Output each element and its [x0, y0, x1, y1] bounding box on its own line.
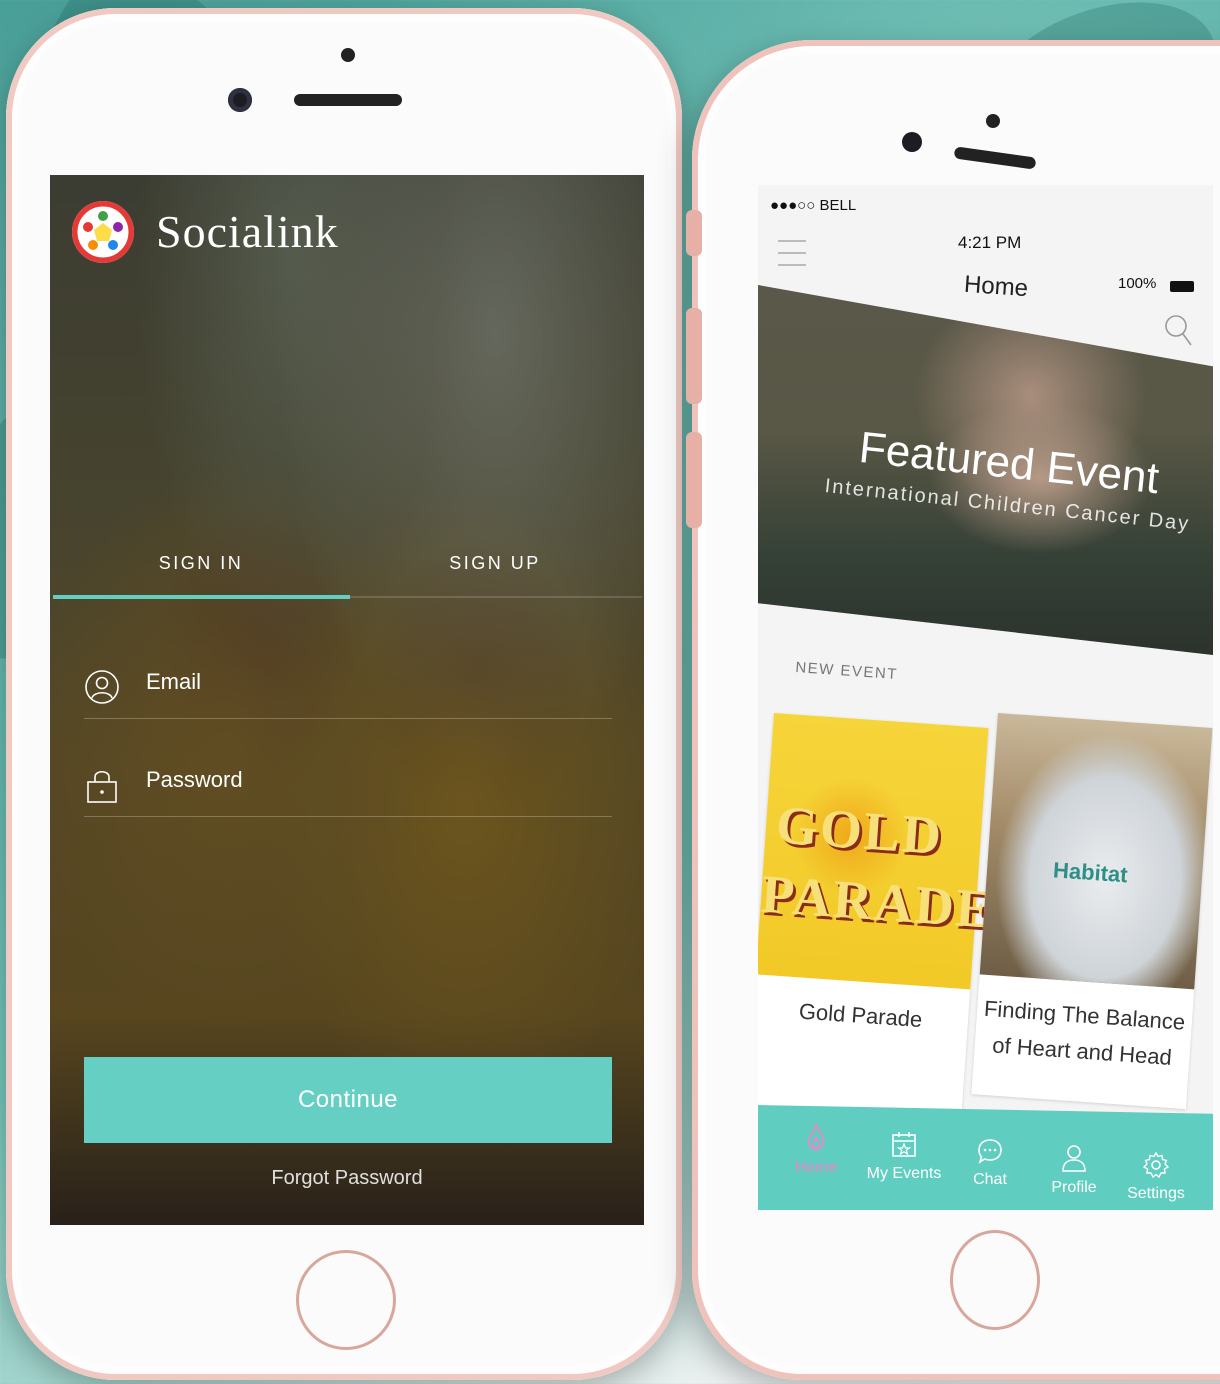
password-field[interactable]: Password — [84, 757, 612, 817]
password-placeholder: Password — [146, 767, 243, 792]
tab-my-events-label: My Events — [866, 1165, 942, 1182]
event-card[interactable]: GOLD PARADE Gold Parade — [758, 713, 996, 1120]
app-brand-name: Socialink — [156, 206, 339, 257]
tab-chat[interactable]: Chat — [948, 1137, 1032, 1189]
calendar-icon — [892, 1132, 916, 1157]
event-card-caption: Gold Parade — [798, 998, 924, 1033]
earpiece-speaker — [294, 94, 402, 106]
proximity-sensor — [341, 48, 355, 62]
continue-button[interactable]: Continue — [84, 1057, 612, 1143]
tab-sign-in[interactable]: SIGN IN — [53, 553, 349, 574]
event-card[interactable]: Habitat Finding The Balance of Heart and… — [971, 713, 1213, 1110]
event-card-image: Habitat — [979, 713, 1213, 990]
tab-home[interactable]: Home — [774, 1123, 858, 1177]
section-label: NEW EVENT — [794, 659, 899, 684]
tab-profile-label: Profile — [1051, 1179, 1097, 1196]
flame-icon — [807, 1123, 825, 1151]
tab-profile[interactable]: Profile — [1032, 1143, 1116, 1197]
home-screen: ●●●○○ BELL 4:21 PM 100% Home Featured Ev… — [758, 185, 1213, 1210]
tab-chat-label: Chat — [973, 1171, 1007, 1188]
lock-icon — [87, 770, 117, 803]
user-circle-icon — [85, 670, 119, 704]
status-time: 4:21 PM — [958, 233, 1022, 252]
home-button[interactable] — [950, 1230, 1040, 1330]
password-underline — [84, 816, 612, 817]
active-tab-indicator — [53, 595, 350, 599]
person-icon — [1062, 1145, 1086, 1172]
event-art-text: GOLD — [774, 794, 945, 867]
tab-home-label: Home — [794, 1159, 838, 1176]
tab-my-events[interactable]: My Events — [862, 1129, 946, 1183]
email-underline — [84, 718, 612, 719]
email-placeholder: Email — [146, 669, 202, 694]
socialink-logo-icon — [72, 201, 134, 263]
hamburger-menu-icon[interactable] — [778, 240, 806, 266]
mute-switch — [686, 210, 702, 256]
forgot-password-link[interactable]: Forgot Password — [50, 1167, 644, 1190]
page-title: Home — [963, 270, 1029, 303]
event-card-caption: Finding The Balance of Heart and Head — [983, 995, 1186, 1070]
battery-icon — [1170, 281, 1194, 292]
event-card-image: GOLD PARADE — [758, 713, 996, 990]
event-art-text: PARADE — [759, 863, 996, 940]
gear-icon — [1142, 1151, 1170, 1179]
chat-bubble-icon — [978, 1139, 1002, 1164]
email-field[interactable]: Email — [84, 659, 612, 719]
tab-settings-label: Settings — [1127, 1185, 1185, 1202]
tab-sign-up[interactable]: SIGN UP — [347, 553, 643, 574]
front-camera — [228, 88, 252, 112]
signin-screen: Socialink SIGN IN SIGN UP Email Password… — [50, 175, 644, 1225]
status-battery-percent: 100% — [1118, 275, 1157, 292]
tab-settings[interactable]: Settings — [1114, 1151, 1198, 1203]
front-camera — [902, 132, 922, 152]
search-icon[interactable] — [1163, 313, 1193, 347]
volume-up-button — [686, 308, 702, 404]
proximity-sensor — [986, 114, 1000, 128]
earpiece-speaker — [953, 146, 1037, 170]
home-button[interactable] — [296, 1250, 396, 1350]
event-art-text: Habitat — [1052, 857, 1129, 888]
volume-down-button — [686, 432, 702, 528]
status-carrier: ●●●○○ BELL — [770, 197, 857, 214]
